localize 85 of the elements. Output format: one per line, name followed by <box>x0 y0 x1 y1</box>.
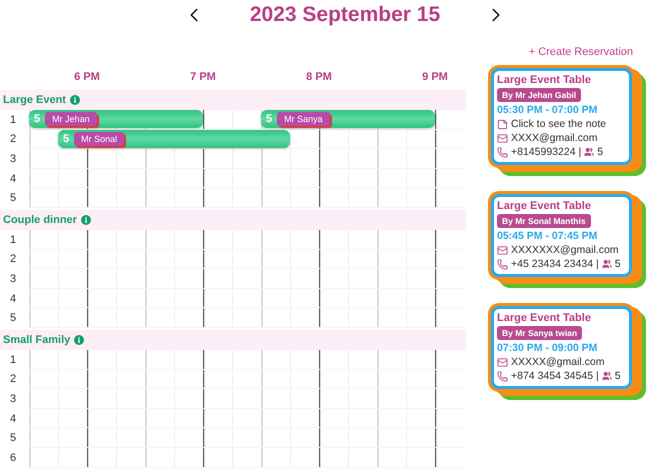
hour-label: 6 PM <box>73 71 101 83</box>
time-slot-track[interactable] <box>29 308 464 328</box>
guest-count: 5 <box>614 370 621 382</box>
time-slot-track[interactable]: 5 Mr Jehan 5 Mr Sanya <box>29 110 464 130</box>
info-icon[interactable] <box>70 95 80 105</box>
row-number: 2 <box>8 252 18 268</box>
time-slot-track[interactable] <box>29 168 464 188</box>
people-icon <box>584 147 594 157</box>
info-icon[interactable] <box>80 214 91 225</box>
section-name: Small Family <box>3 334 70 346</box>
row-number: 3 <box>8 272 18 287</box>
row-number: 1 <box>8 352 18 368</box>
card-title: Large Event Table <box>497 200 592 212</box>
email-text: XXXXX@gmail.com <box>511 356 605 368</box>
time-slot-track[interactable] <box>29 448 464 468</box>
time-slot-track[interactable] <box>29 370 464 390</box>
row-number: 5 <box>8 311 18 326</box>
phone-icon <box>497 258 508 270</box>
owner-tag: By Mr Sanya twian <box>497 326 582 340</box>
phone-text: +45 23434 23434 <box>511 258 594 270</box>
booking-bar[interactable]: 5 Mr Sonal <box>58 130 290 148</box>
separator-text: | <box>596 370 599 382</box>
row-number: 1 <box>8 232 18 248</box>
hour-label: 7 PM <box>189 71 217 83</box>
email-text: XXXX@gmail.com <box>511 132 598 144</box>
guest-name-tag: Mr Sanya <box>277 112 330 126</box>
time-slot-track[interactable] <box>29 408 464 428</box>
section-name: Large Event <box>3 94 66 106</box>
guest-name-tag: Mr Jehan <box>45 112 97 126</box>
card-title: Large Event Table <box>497 312 592 324</box>
section-name: Couple dinner <box>3 214 77 226</box>
time-slot-track[interactable] <box>29 350 464 370</box>
time-slot-track[interactable] <box>29 269 464 289</box>
guest-count: 5 <box>34 113 40 125</box>
time-slot-track[interactable] <box>29 428 464 448</box>
owner-tag: By Mr Sonal Manthis <box>497 214 591 228</box>
time-slot-track[interactable] <box>29 230 464 250</box>
hour-label: 9 PM <box>421 71 449 83</box>
row-number: 4 <box>8 412 18 427</box>
booking-bar[interactable]: 5 Mr Jehan <box>29 110 203 128</box>
owner-tag: By Mr Jehan Gabil <box>497 88 582 102</box>
time-slot-track[interactable]: 5 Mr Sonal <box>29 130 464 150</box>
row-number: 3 <box>8 152 18 167</box>
note-icon <box>497 118 508 130</box>
guest-count: 5 <box>597 146 604 158</box>
create-reservation-link[interactable]: + Create Reservation <box>528 46 633 66</box>
time-slot-track[interactable] <box>29 288 464 308</box>
info-icon[interactable] <box>74 334 84 345</box>
time-slot-track[interactable] <box>29 250 464 270</box>
guest-count: 5 <box>266 113 272 125</box>
row-number: 6 <box>8 450 18 466</box>
separator-text: | <box>596 258 599 270</box>
hour-label: 8 PM <box>305 71 333 83</box>
mail-icon <box>497 356 508 368</box>
time-range: 05:45 PM - 07:45 PM <box>497 230 598 242</box>
time-range: 05:30 PM - 07:00 PM <box>497 104 598 116</box>
phone-icon <box>497 146 508 158</box>
note-link[interactable]: Click to see the note <box>511 118 606 130</box>
separator-text: | <box>578 146 582 158</box>
guest-name-tag: Mr Sonal <box>74 132 124 146</box>
phone-icon <box>497 370 508 382</box>
row-number: 4 <box>8 172 18 187</box>
email-text: XXXXXXX@gmail.com <box>511 244 619 256</box>
mail-icon <box>497 132 508 144</box>
guest-count: 5 <box>63 132 70 145</box>
people-icon <box>602 259 612 269</box>
row-number: 5 <box>8 431 18 446</box>
row-number: 4 <box>8 292 18 307</box>
time-slot-track[interactable] <box>29 188 464 208</box>
row-number: 2 <box>8 132 18 148</box>
row-number: 5 <box>8 191 18 206</box>
row-number: 2 <box>8 372 18 388</box>
time-range: 07:30 PM - 09:00 PM <box>497 342 598 354</box>
time-slot-track[interactable] <box>29 389 464 409</box>
guest-count: 5 <box>614 258 621 270</box>
mail-icon <box>497 244 508 256</box>
phone-text: +874 3454 34545 <box>511 370 594 382</box>
card-title: Large Event Table <box>497 74 592 86</box>
booking-bar[interactable]: 5 Mr Sanya <box>261 110 435 128</box>
row-number: 1 <box>8 112 18 128</box>
people-icon <box>602 371 612 381</box>
phone-text: +8145993224 <box>511 146 576 158</box>
date-title: 2023 September 15 <box>248 3 442 27</box>
row-number: 3 <box>8 392 18 407</box>
time-slot-track[interactable] <box>29 149 464 169</box>
